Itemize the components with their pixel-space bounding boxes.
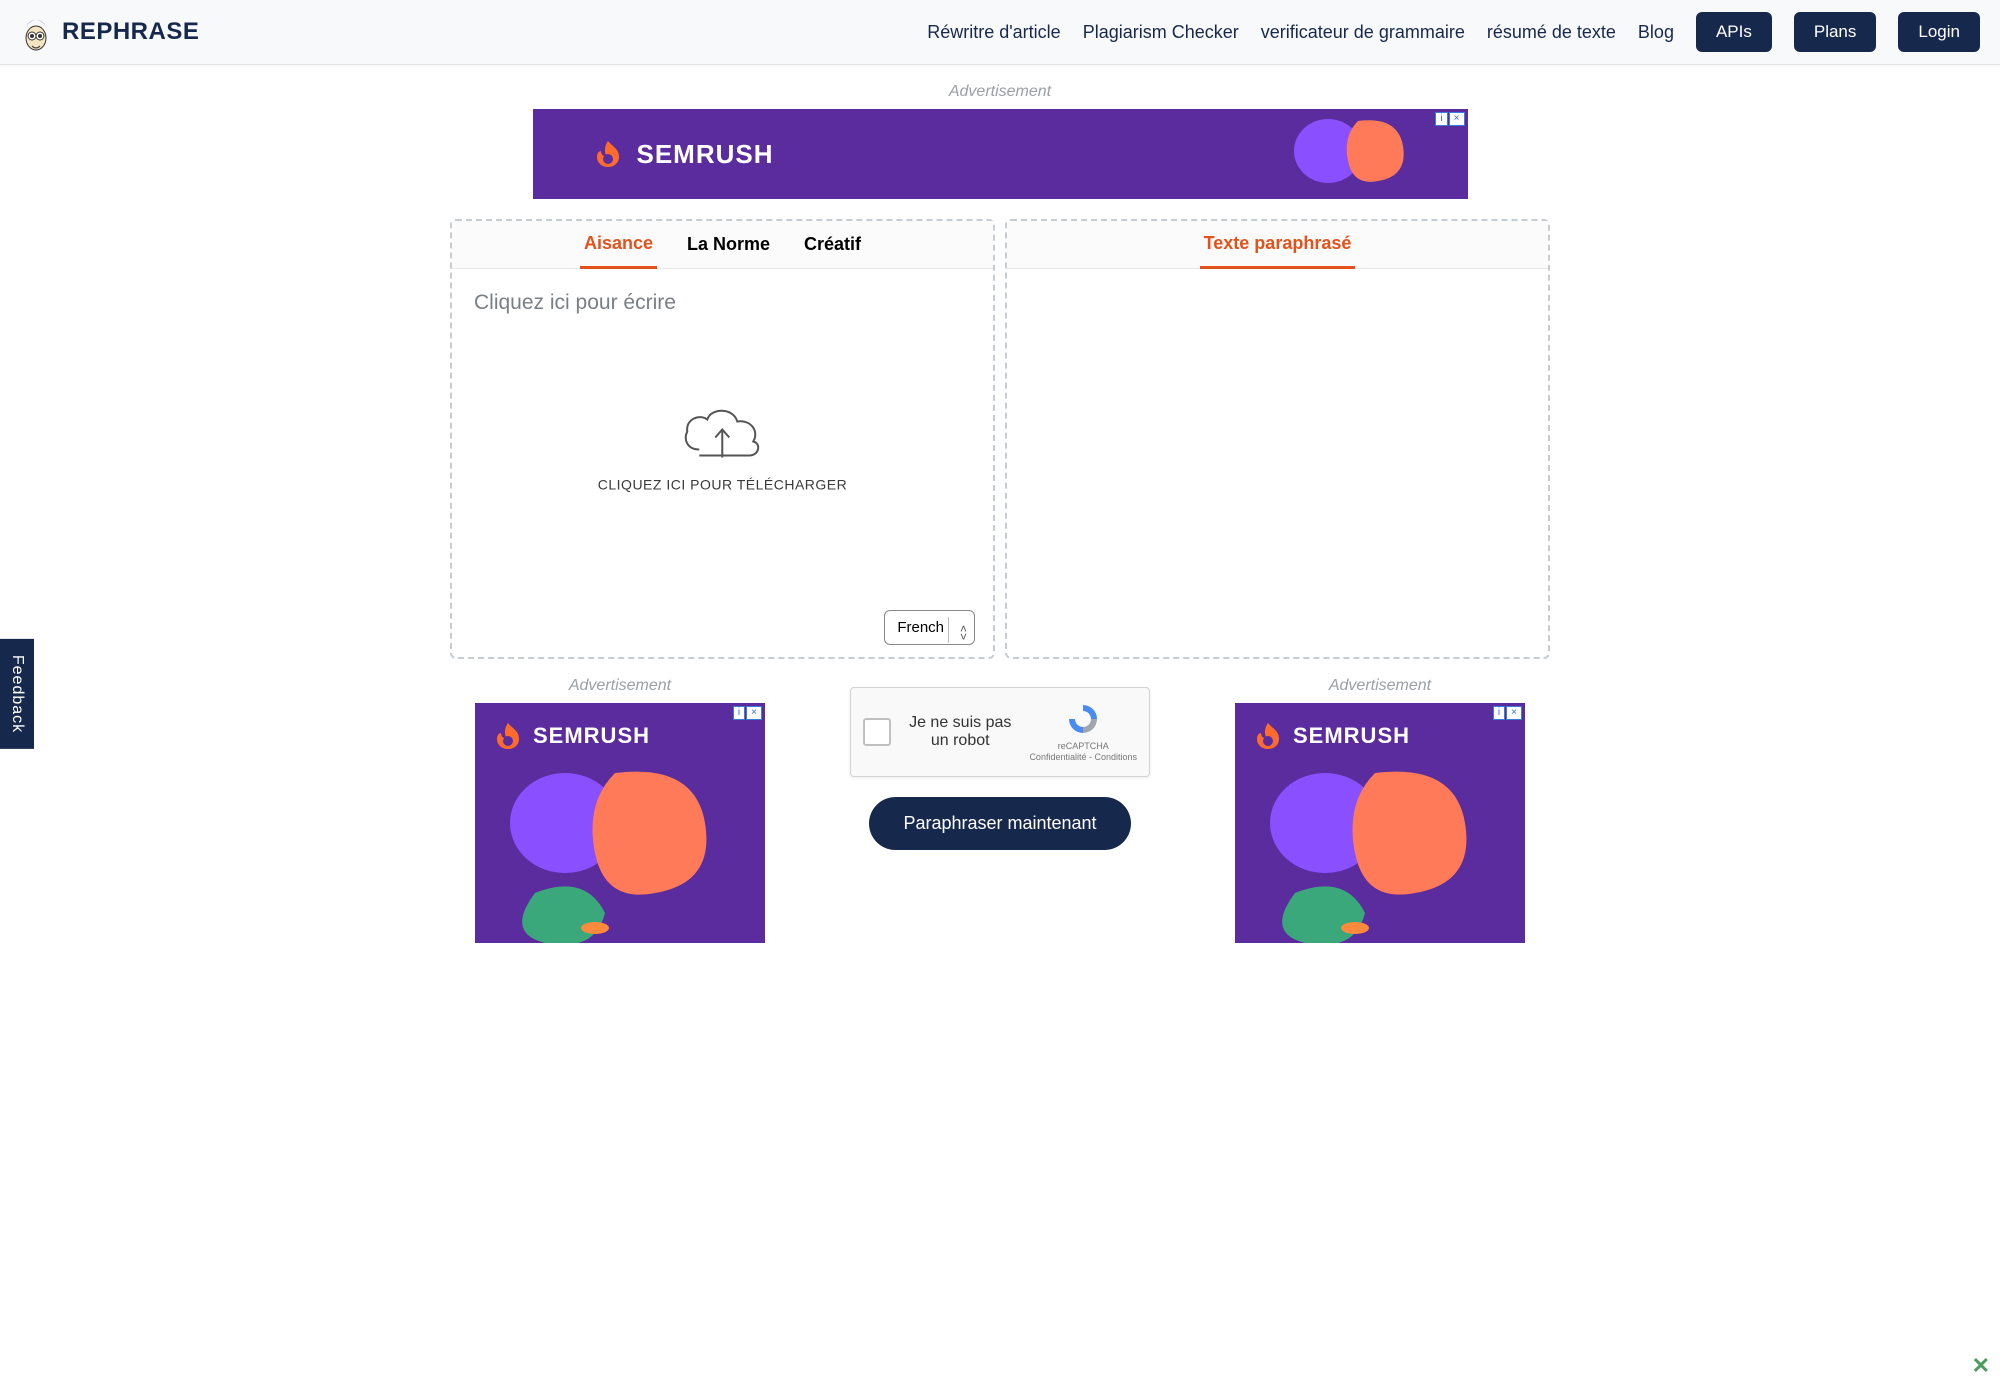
logo-icon — [20, 12, 52, 52]
ad-info-badge-right[interactable]: i × — [1493, 706, 1522, 720]
nav-rewriter[interactable]: Réwritre d'article — [927, 22, 1060, 43]
tab-creative[interactable]: Créatif — [800, 222, 865, 267]
ad-info-icon[interactable]: i — [733, 706, 745, 720]
ad-side-right[interactable]: SEMRUSH i × — [1235, 703, 1525, 943]
left-ad-col: Advertisement SEMRUSH i × — [450, 659, 790, 943]
logo-text: REPHRASE — [62, 18, 199, 46]
ad-close-icon[interactable]: × — [1506, 706, 1522, 720]
recaptcha-links[interactable]: Confidentialité - Conditions — [1029, 752, 1137, 763]
recaptcha-logo: reCAPTCHA Confidentialité - Conditions — [1029, 702, 1137, 762]
nav-apis-button[interactable]: APIs — [1696, 12, 1772, 52]
ad-label-left: Advertisement — [450, 677, 790, 695]
ad-info-badge[interactable]: i × — [1435, 112, 1464, 126]
ad-brand-text-left: SEMRUSH — [533, 723, 650, 749]
output-panel: Texte paraphrasé — [1005, 219, 1550, 659]
flame-icon — [593, 139, 623, 169]
text-editor[interactable]: Cliquez ici pour écrire CLIQUEZ ICI POUR… — [452, 269, 993, 657]
output-tabs: Texte paraphrasé — [1007, 221, 1548, 269]
ad-decoration-left — [495, 753, 755, 943]
ad-decoration — [1288, 111, 1428, 197]
tab-standard[interactable]: La Norme — [683, 222, 774, 267]
nav-login-button[interactable]: Login — [1898, 12, 1980, 52]
editor-placeholder: Cliquez ici pour écrire — [474, 291, 971, 315]
flame-icon — [493, 721, 523, 751]
main-nav: Réwritre d'article Plagiarism Checker ve… — [927, 12, 1980, 52]
nav-plans-button[interactable]: Plans — [1794, 12, 1877, 52]
ad-info-badge-left[interactable]: i × — [733, 706, 762, 720]
bottom-row: Advertisement SEMRUSH i × Je ne suis pas… — [450, 659, 1550, 943]
input-panel: Aisance La Norme Créatif Cliquez ici pou… — [450, 219, 995, 659]
output-editor — [1007, 269, 1548, 657]
ad-banner-top[interactable]: SEMRUSH i × — [533, 109, 1468, 199]
recaptcha[interactable]: Je ne suis pas un robot reCAPTCHA Confid… — [850, 687, 1150, 777]
editor-row: Aisance La Norme Créatif Cliquez ici pou… — [450, 219, 1550, 659]
ad-decoration-right — [1255, 753, 1515, 943]
ad-brand-right: SEMRUSH — [1235, 703, 1525, 751]
ad-close-icon[interactable]: × — [1449, 112, 1465, 126]
ad-brand-text-right: SEMRUSH — [1293, 723, 1410, 749]
ad-brand-left: SEMRUSH — [475, 703, 765, 751]
nav-blog[interactable]: Blog — [1638, 22, 1674, 43]
recaptcha-icon — [1066, 702, 1100, 736]
right-ad-col: Advertisement SEMRUSH i × — [1210, 659, 1550, 943]
nav-grammar[interactable]: verificateur de grammaire — [1261, 22, 1465, 43]
flame-icon — [1253, 721, 1283, 751]
recaptcha-checkbox[interactable] — [863, 718, 891, 746]
ad-info-icon[interactable]: i — [1493, 706, 1505, 720]
ad-label-top: Advertisement — [0, 83, 2000, 101]
feedback-tab[interactable]: Feedback — [0, 638, 34, 748]
nav-summarize[interactable]: résumé de texte — [1487, 22, 1616, 43]
recaptcha-text: Je ne suis pas un robot — [905, 714, 1015, 750]
ad-brand-text: SEMRUSH — [637, 139, 774, 170]
ad-close-icon[interactable]: × — [746, 706, 762, 720]
center-action-col: Je ne suis pas un robot reCAPTCHA Confid… — [830, 659, 1170, 850]
logo[interactable]: REPHRASE — [20, 12, 199, 52]
tab-output[interactable]: Texte paraphrasé — [1200, 221, 1356, 269]
upload-area[interactable]: CLIQUEZ ICI POUR TÉLÉCHARGER — [598, 402, 847, 493]
recaptcha-brand: reCAPTCHA — [1029, 741, 1137, 752]
ad-info-icon[interactable]: i — [1435, 112, 1447, 126]
tab-fluency[interactable]: Aisance — [580, 221, 657, 269]
ad-side-left[interactable]: SEMRUSH i × — [475, 703, 765, 943]
ad-label-right: Advertisement — [1210, 677, 1550, 695]
paraphrase-button[interactable]: Paraphraser maintenant — [869, 797, 1130, 850]
header: REPHRASE Réwritre d'article Plagiarism C… — [0, 0, 2000, 65]
language-select[interactable]: French — [884, 610, 975, 645]
input-tabs: Aisance La Norme Créatif — [452, 221, 993, 269]
ad-brand: SEMRUSH — [593, 139, 774, 170]
cloud-upload-icon — [677, 402, 767, 462]
nav-plagiarism[interactable]: Plagiarism Checker — [1083, 22, 1239, 43]
upload-label: CLIQUEZ ICI POUR TÉLÉCHARGER — [598, 477, 847, 493]
page-close-icon[interactable]: ✕ — [1972, 1353, 1990, 1379]
